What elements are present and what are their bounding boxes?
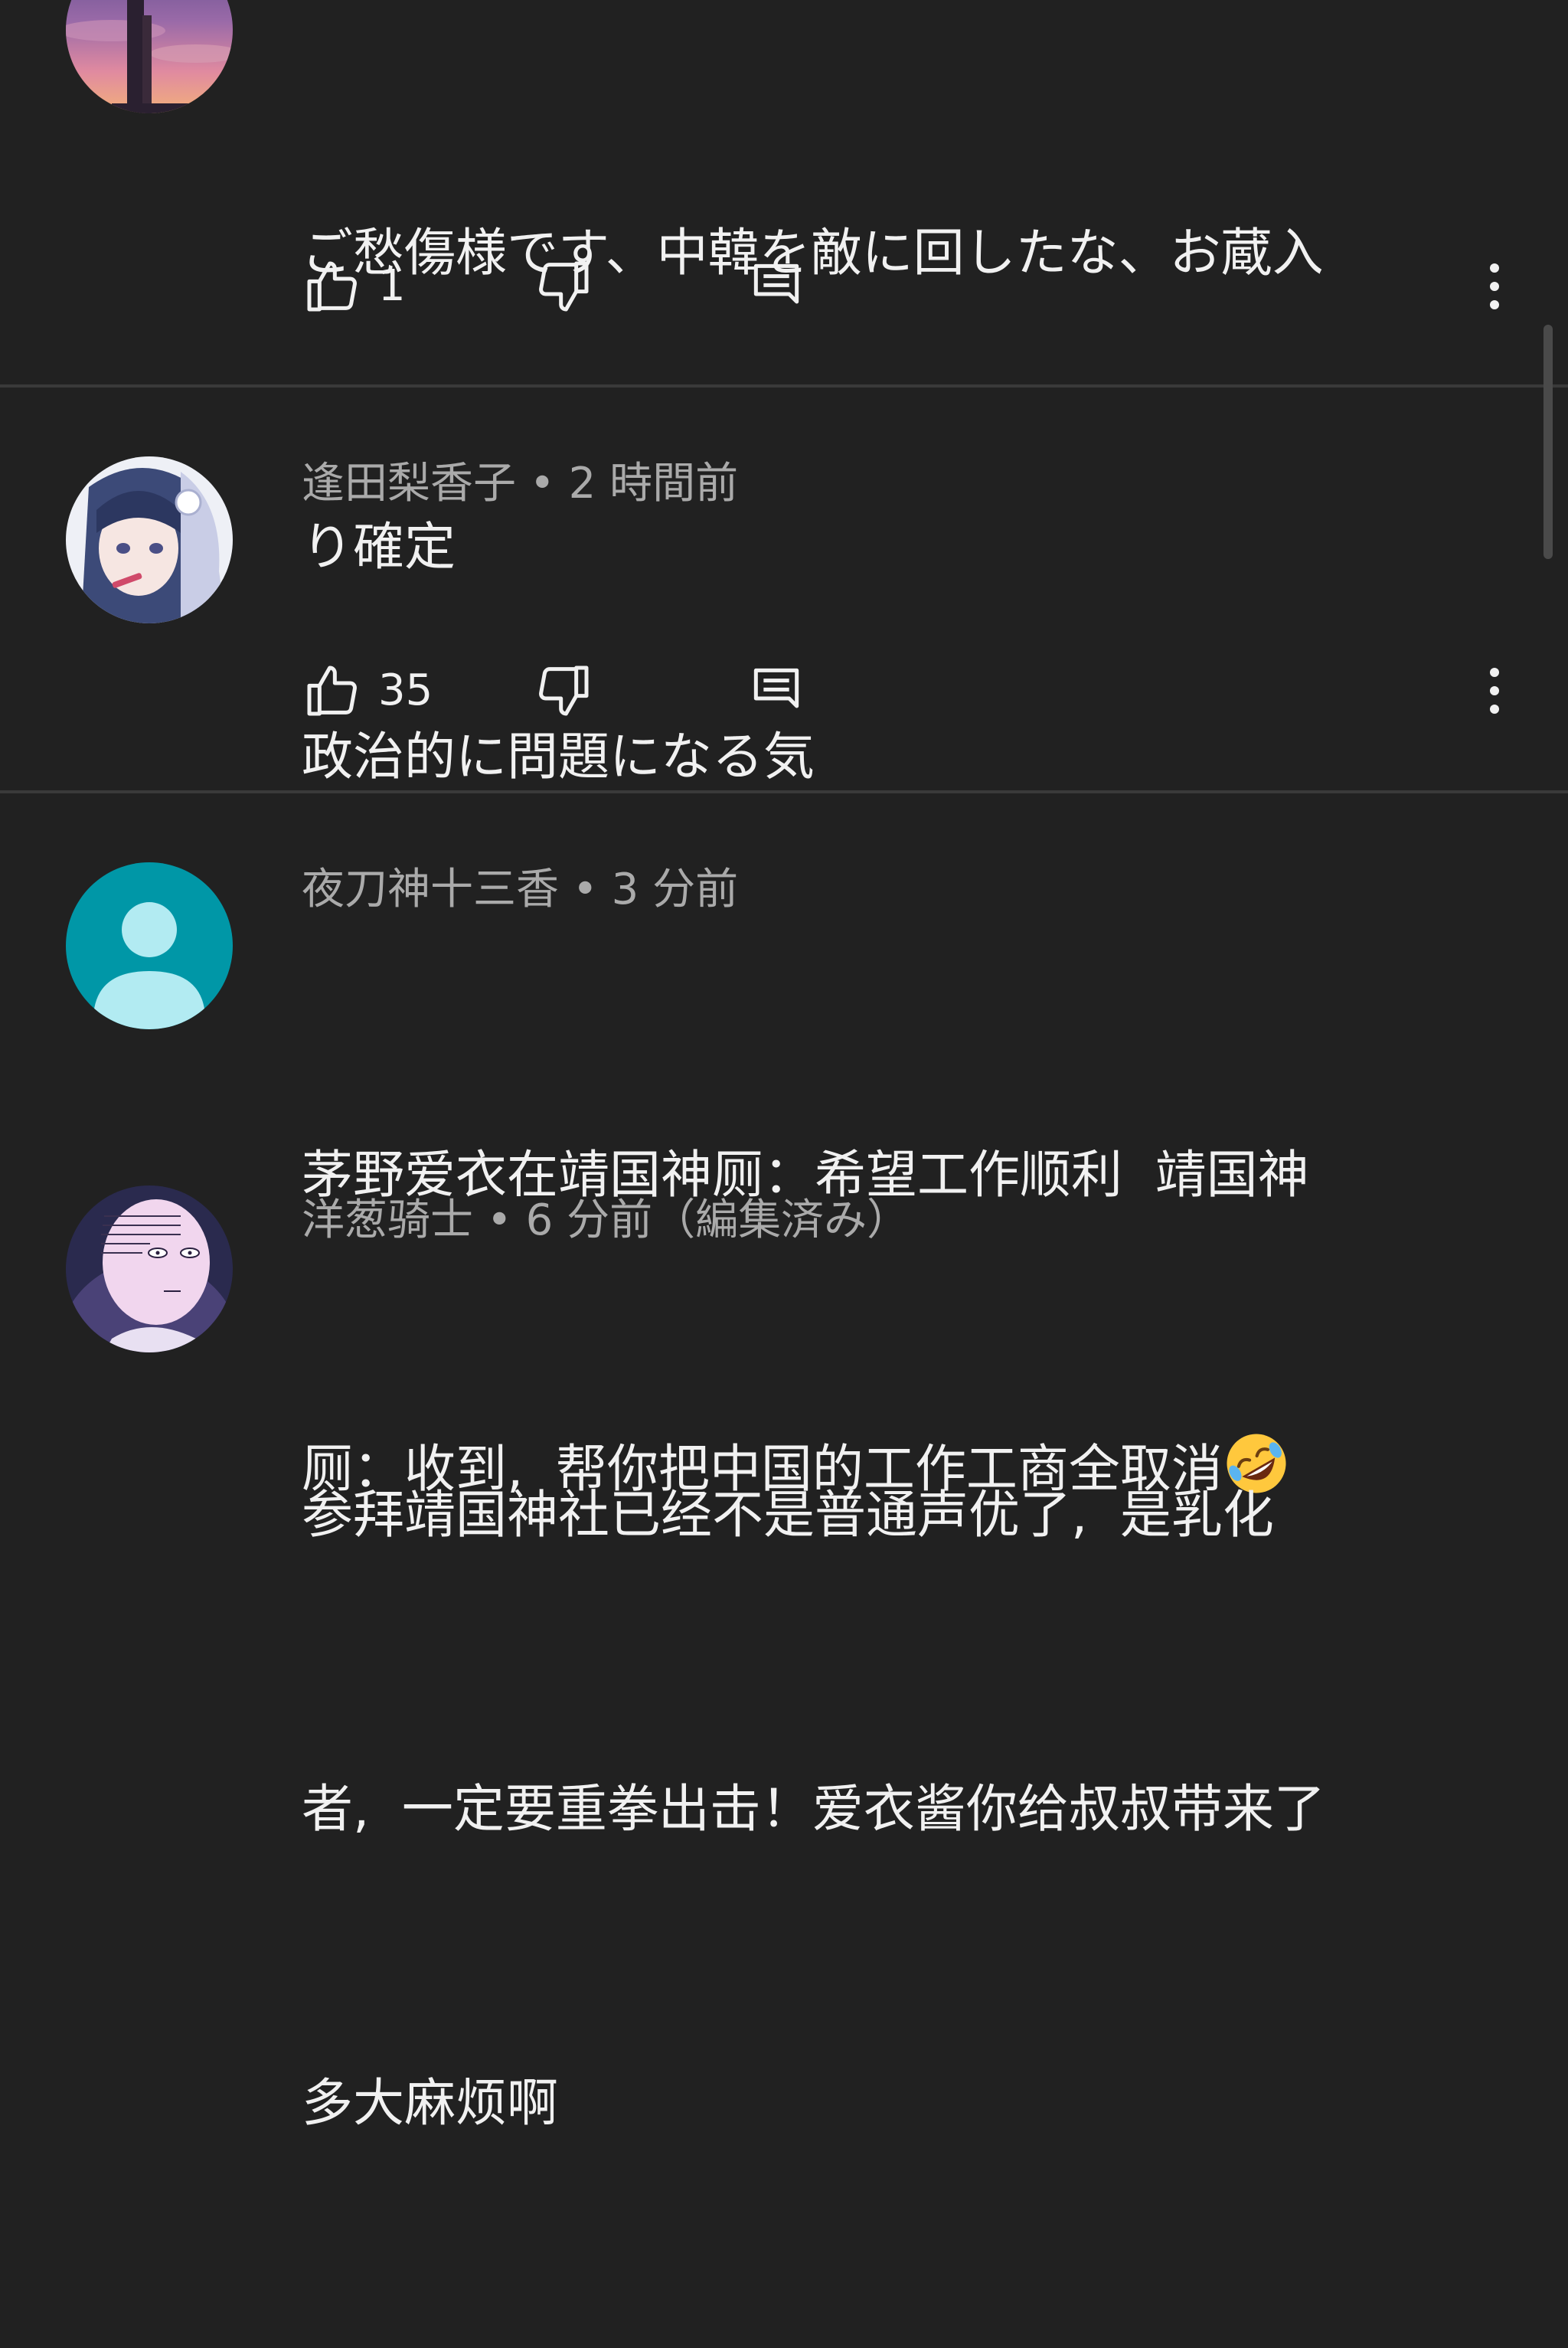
reply-comment-icon: [753, 668, 799, 708]
more-vertical-icon: [1490, 668, 1499, 714]
more-options-button[interactable]: [1487, 660, 1502, 721]
comment-time[interactable]: 2 時間前: [569, 459, 738, 509]
comment-meta: 洋葱骑士 • 6 分前（編集済み）: [302, 1199, 910, 1242]
like-count: 35: [378, 665, 433, 715]
comment-divider: [0, 790, 1568, 793]
bald-hero-avatar: [66, 1185, 233, 1352]
meta-separator: •: [559, 865, 612, 914]
reply-button[interactable]: [750, 256, 802, 317]
like-button[interactable]: 35: [302, 660, 433, 721]
meta-separator: •: [473, 1195, 526, 1245]
default-person-avatar: [66, 862, 233, 1029]
scrollbar[interactable]: [1544, 325, 1553, 559]
comment-divider: [0, 384, 1568, 388]
comment-actions: 1: [302, 256, 1516, 317]
comment-time[interactable]: 3 分前: [612, 865, 738, 914]
comment-time[interactable]: 6 分前: [526, 1195, 652, 1245]
thumbs-up-icon: [307, 261, 357, 312]
avatar[interactable]: [66, 1185, 233, 1352]
reply-comment-icon: [753, 263, 799, 304]
sunset-tower-avatar: [66, 0, 233, 113]
comment-text: 政治的に問題になる気: [302, 512, 1496, 1002]
author-name[interactable]: 逢田梨香子: [302, 459, 516, 509]
edited-label: （編集済み）: [652, 1195, 910, 1245]
comment-meta: 夜刀神十三香 • 3 分前: [302, 868, 738, 911]
dislike-button[interactable]: [533, 660, 594, 721]
like-button[interactable]: 1: [302, 256, 406, 317]
comment-text-line: 参拜靖国神社已经不是普通声优了, 是乳化: [302, 1485, 1274, 1545]
avatar[interactable]: [66, 456, 233, 623]
thumbs-up-icon: [307, 665, 357, 716]
thumbs-down-icon: [539, 261, 589, 312]
like-count: 1: [378, 261, 406, 311]
author-name[interactable]: 夜刀神十三香: [302, 865, 559, 914]
meta-separator: •: [516, 459, 569, 509]
more-vertical-icon: [1490, 263, 1499, 309]
author-name[interactable]: 洋葱骑士: [302, 1195, 473, 1245]
comment-text-line: 者, 一定要重拳出击！爱衣酱你给叔叔带来了: [302, 1779, 1325, 1839]
avatar[interactable]: [66, 0, 233, 113]
reply-button[interactable]: [750, 660, 802, 721]
more-options-button[interactable]: [1487, 256, 1502, 317]
comment-meta: 逢田梨香子 • 2 時間前: [302, 463, 738, 505]
comment-text-line: 多大麻烦啊: [302, 2073, 558, 2133]
avatar[interactable]: [66, 862, 233, 1029]
anime-girl-avatar: [66, 456, 233, 623]
thumbs-down-icon: [539, 665, 589, 716]
dislike-button[interactable]: [533, 256, 594, 317]
comment-text: 参拜靖国神社已经不是普通声优了, 是乳化 者, 一定要重拳出击！爱衣酱你给叔叔带…: [302, 1270, 1496, 2348]
comment-actions: 35: [302, 660, 1516, 721]
